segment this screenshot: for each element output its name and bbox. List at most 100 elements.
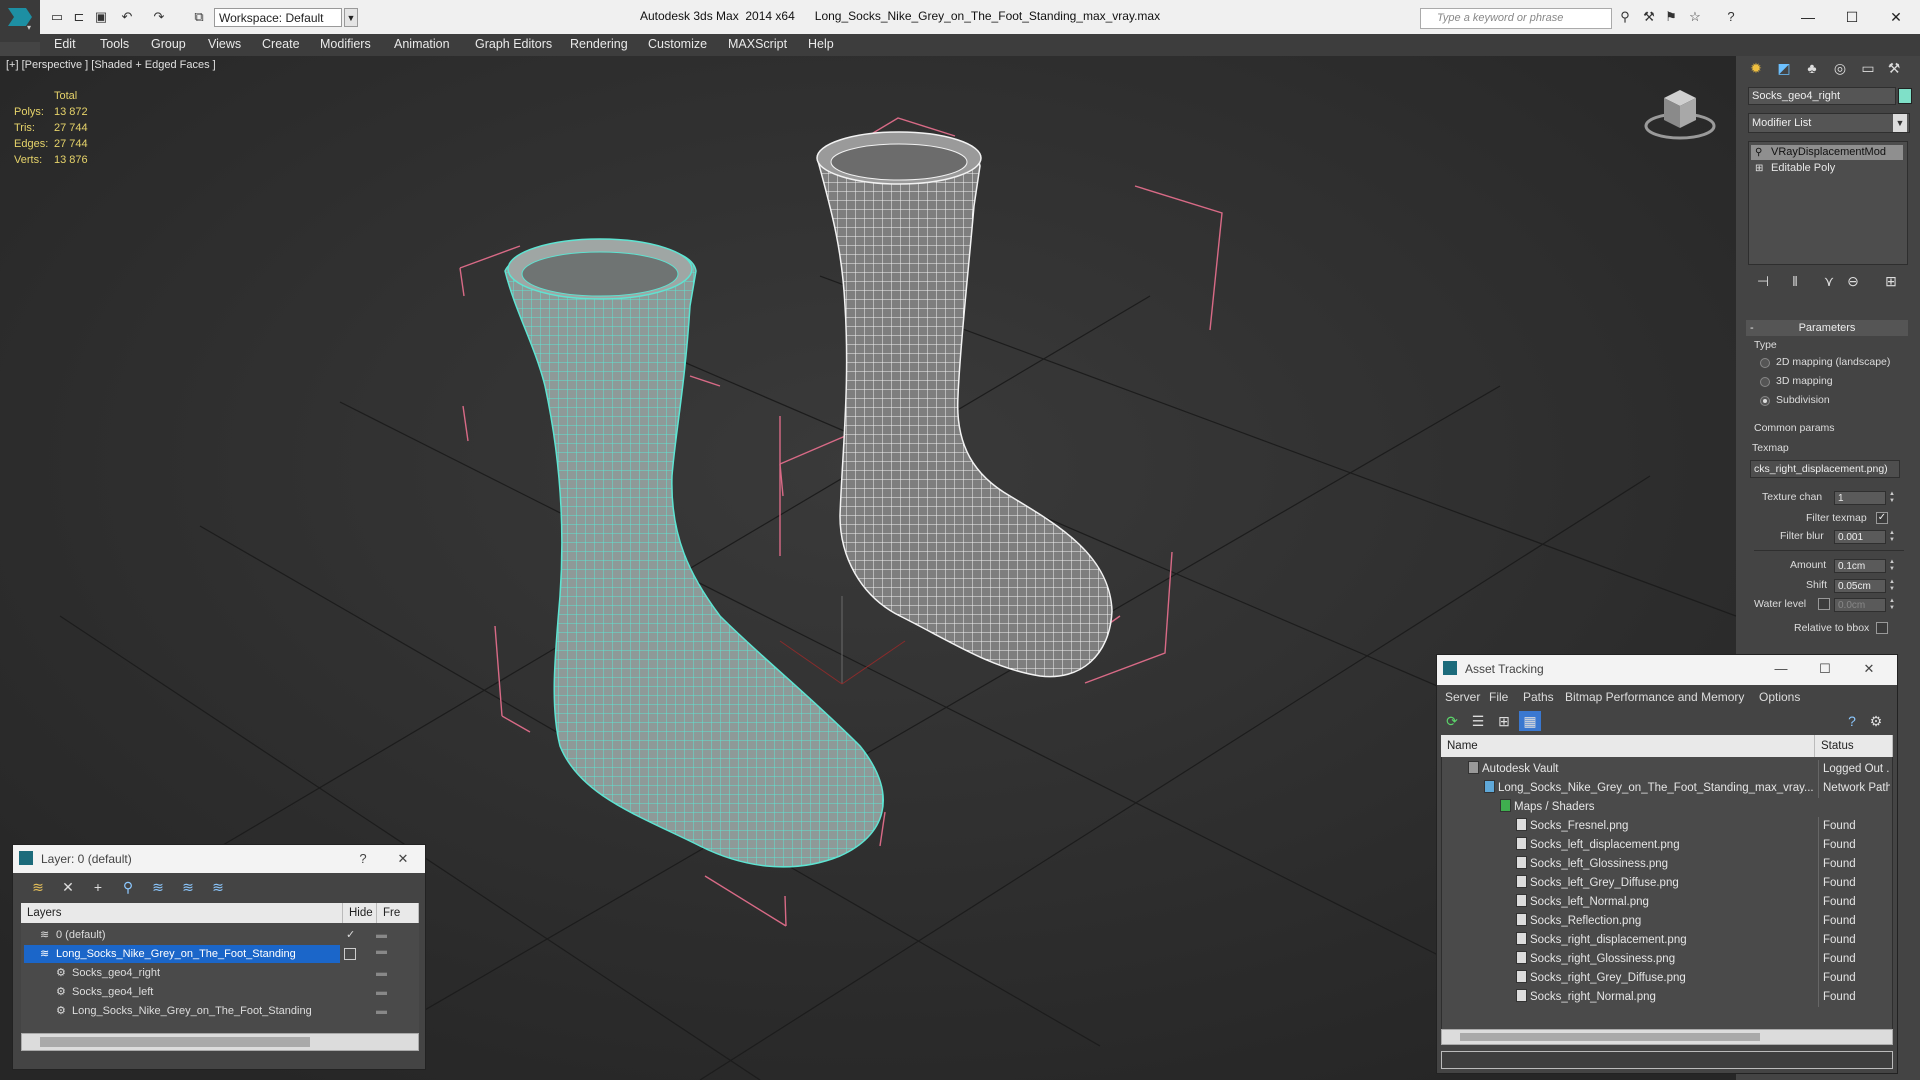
maximize-window-icon[interactable]: ☐ xyxy=(1834,6,1870,28)
hide-toggle[interactable]: ▬ xyxy=(376,964,387,982)
menu-animation[interactable]: Animation xyxy=(394,37,450,51)
layer-help-button[interactable]: ? xyxy=(351,849,375,869)
hide-toggle[interactable]: ▬ xyxy=(376,945,387,957)
asset-row[interactable]: Socks_right_displacement.png Found xyxy=(1440,931,1890,950)
hide-toggle[interactable]: ▬ xyxy=(376,1002,387,1020)
layer-row[interactable]: ⚙ Socks_geo4_right ▬ xyxy=(24,964,387,982)
relative-bbox-checkbox[interactable] xyxy=(1876,622,1888,634)
subscription-icon[interactable]: ⚑ xyxy=(1662,9,1680,25)
add-selected-icon[interactable]: + xyxy=(87,877,109,897)
delete-layer-icon[interactable]: ✕ xyxy=(57,877,79,897)
refresh-icon[interactable]: ⟳ xyxy=(1441,711,1463,731)
modify-tab-icon[interactable]: ◩ xyxy=(1772,58,1796,78)
parameters-rollout-header[interactable]: - Parameters xyxy=(1746,320,1908,336)
radio-2d-mapping[interactable] xyxy=(1760,358,1770,368)
layer-row[interactable]: ≋ 0 (default) ✓ ▬ xyxy=(24,926,387,944)
create-layer-icon[interactable]: ≋ xyxy=(27,877,49,897)
expand-plus-icon[interactable]: ⊞ xyxy=(1755,161,1763,176)
modifier-stack[interactable]: ⚲ VRayDisplacementMod ⊞ Editable Poly xyxy=(1748,141,1908,265)
menu-tools[interactable]: Tools xyxy=(100,37,129,51)
maximize-icon[interactable]: ☐ xyxy=(1813,659,1837,679)
app-logo-button[interactable]: ▾ xyxy=(0,0,40,42)
water-level-checkbox[interactable] xyxy=(1818,598,1830,610)
asset-row[interactable]: Autodesk Vault Logged Out .. xyxy=(1440,760,1890,779)
menu-create[interactable]: Create xyxy=(262,37,300,51)
stack-item-vraydisplacement[interactable]: ⚲ VRayDisplacementMod xyxy=(1751,145,1903,160)
amount-spinner[interactable]: 0.1cm xyxy=(1834,559,1886,573)
asset-row[interactable]: Socks_right_Glossiness.png Found xyxy=(1440,950,1890,969)
create-tab-icon[interactable]: ✹ xyxy=(1744,58,1768,78)
freeze-all-icon[interactable]: ≋ xyxy=(207,877,229,897)
show-end-result-icon[interactable]: ‖ xyxy=(1784,271,1806,291)
highlight-layer-icon[interactable]: ≋ xyxy=(147,877,169,897)
asset-row[interactable]: Socks_Fresnel.png Found xyxy=(1440,817,1890,836)
shift-spinner[interactable]: 0.05cm xyxy=(1834,579,1886,593)
remove-modifier-icon[interactable]: ⊖ xyxy=(1842,271,1864,291)
workspace-dropdown[interactable]: Workspace: Default xyxy=(214,8,342,27)
layer-hscrollbar[interactable] xyxy=(21,1033,419,1051)
save-file-icon[interactable]: ▣ xyxy=(92,9,110,25)
asset-row[interactable]: Socks_left_Glossiness.png Found xyxy=(1440,855,1890,874)
project-folder-icon[interactable]: ⧉ xyxy=(190,9,208,25)
help-icon[interactable]: ? xyxy=(1722,9,1740,25)
stack-item-editable-poly[interactable]: ⊞ Editable Poly xyxy=(1751,161,1903,176)
asset-menu-file[interactable]: File xyxy=(1489,690,1508,704)
asset-menu-options[interactable]: Options xyxy=(1759,690,1800,704)
current-layer-checkbox[interactable] xyxy=(344,948,356,960)
asset-menu-bitmap[interactable]: Bitmap Performance and Memory xyxy=(1565,690,1744,704)
layer-row[interactable]: ⚙ Socks_geo4_left ▬ xyxy=(24,983,387,1001)
asset-row[interactable]: Socks_right_Grey_Diffuse.png Found xyxy=(1440,969,1890,988)
menu-graph-editors[interactable]: Graph Editors xyxy=(475,37,552,51)
status-column-header[interactable]: Status xyxy=(1815,735,1893,757)
asset-row[interactable]: Long_Socks_Nike_Grey_on_The_Foot_Standin… xyxy=(1440,779,1890,798)
menu-edit[interactable]: Edit xyxy=(54,37,76,51)
radio-subdivision[interactable] xyxy=(1760,396,1770,406)
display-tab-icon[interactable]: ▭ xyxy=(1856,58,1880,78)
close-icon[interactable]: ✕ xyxy=(391,849,415,869)
menu-rendering[interactable]: Rendering xyxy=(570,37,628,51)
asset-row[interactable]: Maps / Shaders xyxy=(1440,798,1890,817)
menu-modifiers[interactable]: Modifiers xyxy=(320,37,371,51)
asset-menu-server[interactable]: Server xyxy=(1445,690,1480,704)
scroll-thumb[interactable] xyxy=(40,1037,310,1047)
freeze-column-header[interactable]: Fre xyxy=(377,903,419,923)
layer-row-selected[interactable]: ≋ Long_Socks_Nike_Grey_on_The_Foot_Standi… xyxy=(24,945,340,963)
layers-column-header[interactable]: Layers xyxy=(21,903,343,923)
minimize-window-icon[interactable]: — xyxy=(1790,6,1826,28)
viewport-label[interactable]: [+] [Perspective ] [Shaded + Edged Faces… xyxy=(6,59,216,71)
asset-hscrollbar[interactable] xyxy=(1441,1029,1893,1045)
asset-row[interactable]: Socks_left_Grey_Diffuse.png Found xyxy=(1440,874,1890,893)
filter-texmap-checkbox[interactable]: ✓ xyxy=(1876,512,1888,524)
menu-maxscript[interactable]: MAXScript xyxy=(728,37,787,51)
hide-column-header[interactable]: Hide xyxy=(343,903,377,923)
layer-dialog-titlebar[interactable]: Layer: 0 (default) ? ✕ xyxy=(13,845,425,873)
menu-help[interactable]: Help xyxy=(808,37,834,51)
asset-help-icon[interactable]: ? xyxy=(1841,711,1863,731)
pin-stack-icon[interactable]: ⊣ xyxy=(1752,271,1774,291)
asset-menu-paths[interactable]: Paths xyxy=(1523,690,1554,704)
object-color-swatch[interactable] xyxy=(1898,88,1912,104)
table-view-icon[interactable]: ▦ xyxy=(1519,711,1541,731)
layer-row[interactable]: ⚙ Long_Socks_Nike_Grey_on_The_Foot_Standi… xyxy=(24,1002,387,1020)
menu-group[interactable]: Group xyxy=(151,37,186,51)
collapse-minus-icon[interactable]: - xyxy=(1750,320,1754,336)
spinner-arrows-icon[interactable]: ▲ ▼ xyxy=(1888,598,1896,612)
spinner-arrows-icon[interactable]: ▲ ▼ xyxy=(1888,530,1896,544)
asset-row[interactable]: Socks_left_displacement.png Found xyxy=(1440,836,1890,855)
radio-3d-mapping[interactable] xyxy=(1760,377,1770,387)
hide-toggle[interactable]: ▬ xyxy=(376,983,387,1001)
open-file-icon[interactable]: ⊏ xyxy=(70,9,88,25)
modifier-list-dropdown[interactable]: Modifier List ▼ xyxy=(1748,113,1910,133)
new-file-icon[interactable]: ▭ xyxy=(48,9,66,25)
favorites-star-icon[interactable]: ☆ xyxy=(1686,9,1704,25)
motion-tab-icon[interactable]: ◎ xyxy=(1828,58,1852,78)
hierarchy-tab-icon[interactable]: ♣ xyxy=(1800,58,1824,78)
make-unique-icon[interactable]: ⋎ xyxy=(1818,271,1840,291)
texmap-button[interactable]: cks_right_displacement.png) xyxy=(1750,460,1900,478)
minimize-icon[interactable]: — xyxy=(1769,659,1793,679)
binoculars-icon[interactable]: ⚲ xyxy=(1616,9,1634,25)
asset-row[interactable]: Socks_right_Normal.png Found xyxy=(1440,988,1890,1007)
search-input[interactable]: Type a keyword or phrase xyxy=(1420,8,1612,29)
close-icon[interactable]: ✕ xyxy=(1857,659,1881,679)
undo-icon[interactable]: ↶ xyxy=(118,9,136,25)
